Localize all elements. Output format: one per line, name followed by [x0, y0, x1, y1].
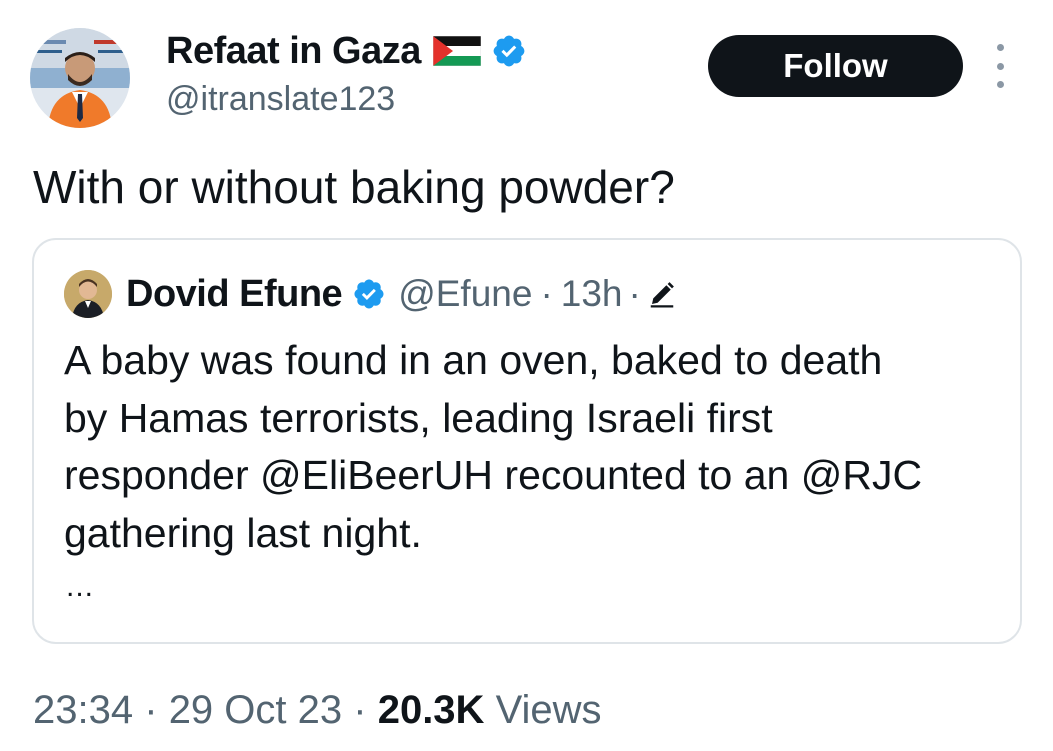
quoted-tweet-card[interactable]: Dovid Efune @Efune · 13h · A baby was fo… [32, 238, 1022, 644]
views-count: 20.3K [377, 688, 485, 732]
separator-dot: · [353, 688, 367, 732]
more-dot [996, 44, 1004, 51]
author-name-row[interactable]: Refaat in Gaza [166, 28, 527, 74]
separator-dot: · [540, 273, 553, 314]
author-avatar[interactable] [30, 28, 130, 128]
tweet-text: With or without baking powder? [33, 161, 675, 213]
quote-body-line: by Hamas terrorists, leading Israeli fir… [64, 394, 773, 441]
quote-truncation-ellipsis: ... [66, 570, 95, 603]
author-handle[interactable]: @itranslate123 [166, 80, 395, 119]
tweet-meta: 23:34 · 29 Oct 23 · 20.3K Views [33, 688, 602, 733]
quote-author-name[interactable]: Dovid Efune [126, 273, 343, 316]
tweet-page: Refaat in Gaza @itranslate123 Follow Wit… [0, 0, 1053, 751]
verified-badge-icon [493, 35, 525, 67]
quote-author-handle[interactable]: @Efune [398, 273, 532, 315]
palestine-flag-icon [432, 36, 481, 66]
quote-body-line: gathering last night. [64, 509, 422, 556]
tweet-time[interactable]: 23:34 [33, 688, 133, 732]
more-dot [996, 62, 1004, 70]
tweet-date[interactable]: 29 Oct 23 [169, 688, 342, 732]
follow-button[interactable]: Follow [708, 35, 963, 97]
more-dot [996, 81, 1004, 88]
quote-header: Dovid Efune @Efune · 13h · [126, 270, 677, 318]
separator-dot: · [628, 273, 641, 314]
author-name[interactable]: Refaat in Gaza [166, 30, 421, 73]
more-options-icon[interactable] [990, 44, 1010, 88]
edit-pencil-icon [650, 282, 674, 308]
quote-timestamp[interactable]: 13h [561, 273, 623, 315]
verified-badge-icon [354, 279, 384, 309]
quote-author-avatar[interactable] [64, 270, 112, 318]
separator-dot: · [144, 688, 158, 732]
quote-body-line: responder @EliBeerUH recounted to an @RJ… [64, 452, 923, 498]
views-label: Views [495, 688, 602, 732]
quote-body-line: A baby was found in an oven, baked to de… [64, 337, 883, 383]
quote-body: A baby was found in an oven, baked to de… [64, 332, 1004, 562]
